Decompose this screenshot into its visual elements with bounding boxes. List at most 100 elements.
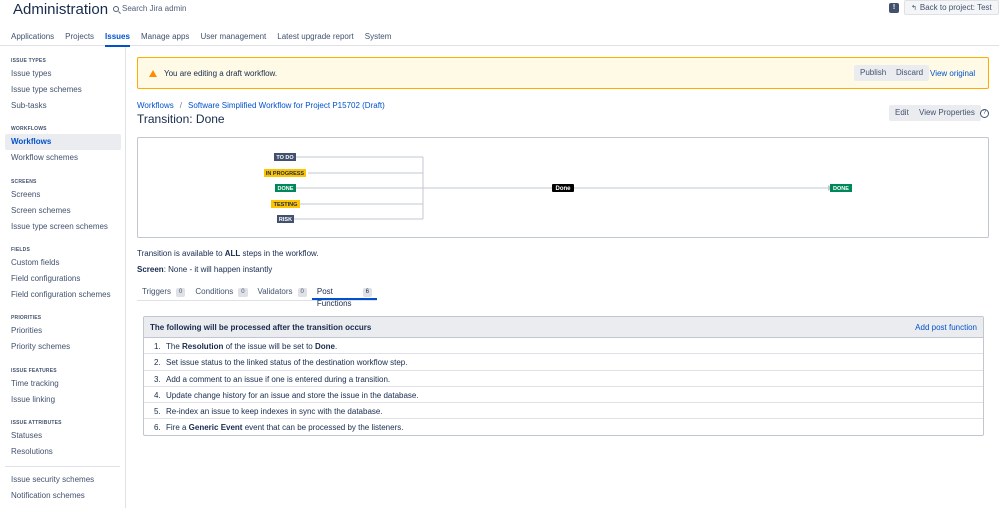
draft-warning-banner: You are editing a draft workflow. Publis…: [137, 57, 989, 89]
nav-tab-system[interactable]: System: [365, 32, 392, 47]
tab-conditions[interactable]: Conditions 0: [190, 286, 252, 300]
sidebar-item-priorities[interactable]: Priorities: [0, 323, 126, 339]
publish-button[interactable]: Publish: [854, 65, 893, 81]
discard-button[interactable]: Discard: [890, 65, 930, 81]
row-number: 3.: [154, 374, 161, 384]
feedback-icon[interactable]: !: [889, 3, 899, 13]
search-placeholder: Search Jira admin: [122, 4, 187, 13]
sidebar-heading: FIELDS: [11, 247, 30, 253]
nav-tab-user-management[interactable]: User management: [200, 32, 266, 47]
sidebar-item-sub-tasks[interactable]: Sub-tasks: [0, 98, 126, 114]
sidebar-item-time-tracking[interactable]: Time tracking: [0, 376, 126, 392]
transition-done-label: Done: [556, 186, 572, 192]
sidebar-item-issue-types[interactable]: Issue types: [0, 66, 126, 82]
search-icon: [113, 5, 119, 12]
row-number: 4.: [154, 390, 161, 400]
sidebar-item-notification-schemes[interactable]: Notification schemes: [0, 488, 126, 504]
screen-label: Screen: [137, 265, 164, 274]
sidebar-item-screens[interactable]: Screens: [0, 187, 126, 203]
arrow-up-left-icon: ↰: [911, 4, 917, 12]
sidebar-item-field-configuration-schemes[interactable]: Field configuration schemes: [0, 287, 126, 303]
warning-icon: [149, 70, 157, 77]
tab-validators-label: Validators: [257, 287, 293, 296]
sidebar-item-field-configurations[interactable]: Field configurations: [0, 271, 126, 287]
nav-tab-issues[interactable]: Issues: [105, 32, 130, 47]
draft-warning-text: You are editing a draft workflow.: [164, 69, 278, 78]
page-app-title: Administration: [13, 1, 109, 18]
nav-tab-upgrade-report[interactable]: Latest upgrade report: [277, 32, 354, 47]
sidebar: ISSUE TYPES Issue types Issue type schem…: [0, 47, 126, 508]
search-box[interactable]: Search Jira admin: [113, 4, 186, 13]
post-functions-panel: The following will be processed after th…: [143, 316, 984, 436]
sidebar-heading: ISSUE FEATURES: [11, 368, 57, 374]
view-properties-button[interactable]: View Properties: [913, 105, 981, 121]
sidebar-group-issue-features: ISSUE FEATURES Time tracking Issue linki…: [0, 367, 126, 408]
tab-post-functions-count: 6: [362, 288, 372, 297]
status-done-label: DONE: [278, 186, 294, 192]
status-in-progress[interactable]: IN PROGRESS: [264, 169, 306, 177]
breadcrumb-workflow-link[interactable]: Software Simplified Workflow for Project…: [188, 101, 385, 110]
sidebar-heading: ISSUE TYPES: [11, 58, 46, 64]
post-functions-heading: The following will be processed after th…: [150, 323, 372, 332]
breadcrumb-workflows-link[interactable]: Workflows: [137, 101, 174, 110]
back-to-project-label: Back to project: Test: [919, 3, 992, 12]
sidebar-item-workflows[interactable]: Workflows: [5, 134, 121, 150]
row-number: 5.: [154, 407, 161, 417]
sidebar-item-issue-type-schemes[interactable]: Issue type schemes: [0, 82, 126, 98]
screen-value: : None - it will happen instantly: [163, 265, 273, 274]
sidebar-item-issue-linking[interactable]: Issue linking: [0, 392, 126, 408]
sidebar-heading: SCREENS: [11, 179, 37, 185]
status-todo[interactable]: TO DO: [274, 153, 296, 161]
status-todo-label: TO DO: [276, 155, 294, 161]
nav-tab-projects[interactable]: Projects: [65, 32, 94, 47]
status-done-target[interactable]: DONE: [830, 184, 852, 192]
sidebar-item-issue-type-screen-schemes[interactable]: Issue type screen schemes: [0, 219, 126, 235]
post-functions-header: The following will be processed after th…: [144, 317, 983, 338]
transition-tabs: Triggers 0 Conditions 0 Validators 0 Pos…: [137, 286, 377, 308]
tab-triggers-count: 0: [176, 288, 186, 297]
tab-validators-count: 0: [297, 288, 307, 297]
availability-all: ALL: [224, 249, 241, 258]
nav-tab-applications[interactable]: Applications: [11, 32, 54, 47]
add-post-function-link[interactable]: Add post function: [915, 323, 977, 332]
sidebar-divider: [5, 466, 120, 467]
sidebar-group-workflows: WORKFLOWS Workflows Workflow schemes: [0, 125, 126, 166]
status-testing[interactable]: TESTING: [271, 200, 300, 208]
admin-nav: Applications Projects Issues Manage apps…: [11, 32, 402, 47]
sidebar-item-workflow-schemes[interactable]: Workflow schemes: [0, 150, 126, 166]
status-risk[interactable]: RISK: [277, 215, 294, 223]
back-to-project-button[interactable]: ↰ Back to project: Test: [904, 0, 999, 15]
status-testing-label: TESTING: [274, 202, 298, 208]
page-title: Transition: Done: [137, 112, 225, 126]
edit-button[interactable]: Edit: [889, 105, 915, 121]
post-function-row: 3. Add a comment to an issue if one is e…: [144, 371, 983, 387]
nav-tab-manage-apps[interactable]: Manage apps: [141, 32, 189, 47]
row-text: Re-index an issue to keep indexes in syn…: [166, 407, 383, 417]
breadcrumb-separator: /: [179, 101, 182, 110]
availability-post: steps in the workflow.: [240, 249, 319, 258]
row-text: Set issue status to the linked status of…: [166, 358, 408, 368]
tab-post-functions[interactable]: Post Functions 6: [311, 286, 377, 308]
sidebar-item-statuses[interactable]: Statuses: [0, 428, 126, 444]
sidebar-item-screen-schemes[interactable]: Screen schemes: [0, 203, 126, 219]
tab-validators[interactable]: Validators 0: [253, 286, 312, 300]
status-in-progress-label: IN PROGRESS: [266, 171, 305, 177]
sidebar-item-custom-fields[interactable]: Custom fields: [0, 255, 126, 271]
top-bar: Administration Search Jira admin ! ↰ Bac…: [0, 0, 999, 47]
tab-triggers[interactable]: Triggers 0: [137, 286, 190, 300]
status-done[interactable]: DONE: [275, 184, 296, 192]
sidebar-item-issue-security-schemes[interactable]: Issue security schemes: [0, 472, 126, 488]
row-text: The Resolution of the issue will be set …: [166, 342, 338, 351]
availability-pre: Transition is available to: [137, 249, 225, 258]
transition-done[interactable]: Done: [552, 184, 574, 192]
tab-triggers-label: Triggers: [142, 287, 172, 296]
tab-post-functions-label: Post Functions: [316, 287, 352, 308]
sidebar-heading: PRIORITIES: [11, 315, 42, 321]
sidebar-item-resolutions[interactable]: Resolutions: [0, 444, 126, 460]
help-icon[interactable]: ?: [980, 109, 989, 118]
view-original-link[interactable]: View original: [930, 69, 975, 78]
sidebar-heading: WORKFLOWS: [11, 126, 47, 132]
post-function-row: 4. Update change history for an issue an…: [144, 387, 983, 404]
sidebar-item-priority-schemes[interactable]: Priority schemes: [0, 339, 126, 355]
sidebar-group-screens: SCREENS Screens Screen schemes Issue typ…: [0, 178, 126, 235]
